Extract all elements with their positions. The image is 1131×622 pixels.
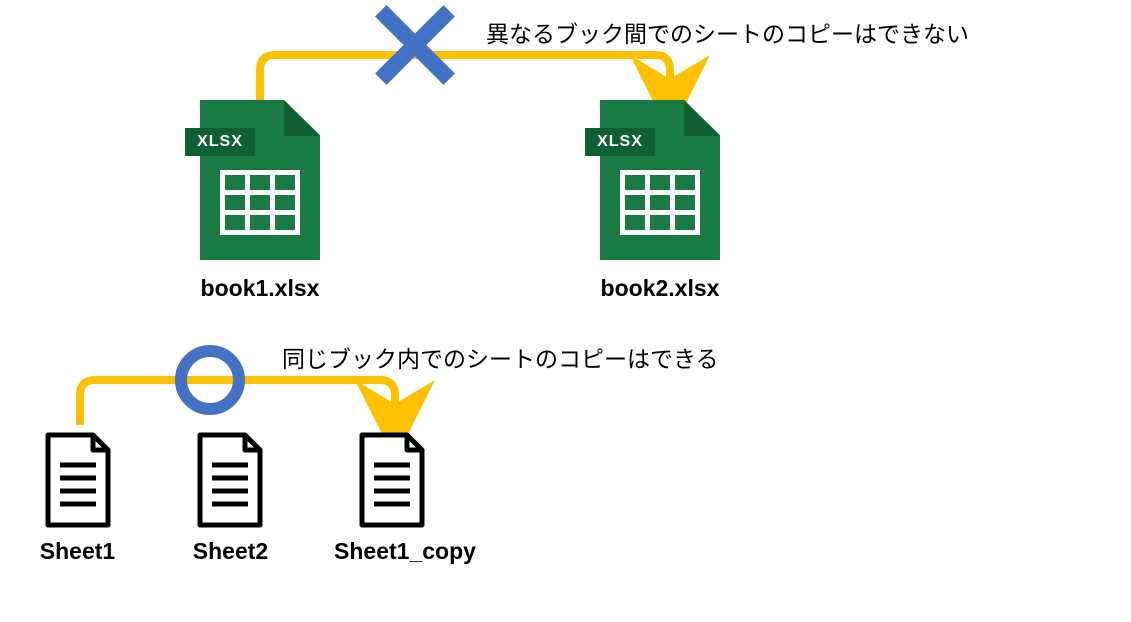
label-book1: book1.xlsx	[190, 275, 330, 302]
diagram-stage: 異なるブック間でのシートのコピーはできない XLSX XLSX	[0, 0, 1131, 622]
label-book2: book2.xlsx	[590, 275, 730, 302]
sheet-file-icon-sheet1	[38, 430, 118, 530]
sheet-file-icon-sheet2	[190, 430, 270, 530]
xlsx-badge: XLSX	[185, 128, 255, 156]
label-sheet1: Sheet1	[20, 538, 135, 565]
label-sheet2: Sheet2	[173, 538, 288, 565]
xlsx-file-icon-book2: XLSX	[585, 100, 735, 270]
sheet-file-icon-sheet1-copy	[352, 430, 432, 530]
label-sheet1-copy: Sheet1_copy	[320, 538, 490, 565]
xlsx-badge: XLSX	[585, 128, 655, 156]
x-mark-icon	[370, 0, 460, 90]
circle-mark-icon	[175, 345, 245, 415]
xlsx-file-icon-book1: XLSX	[185, 100, 335, 270]
